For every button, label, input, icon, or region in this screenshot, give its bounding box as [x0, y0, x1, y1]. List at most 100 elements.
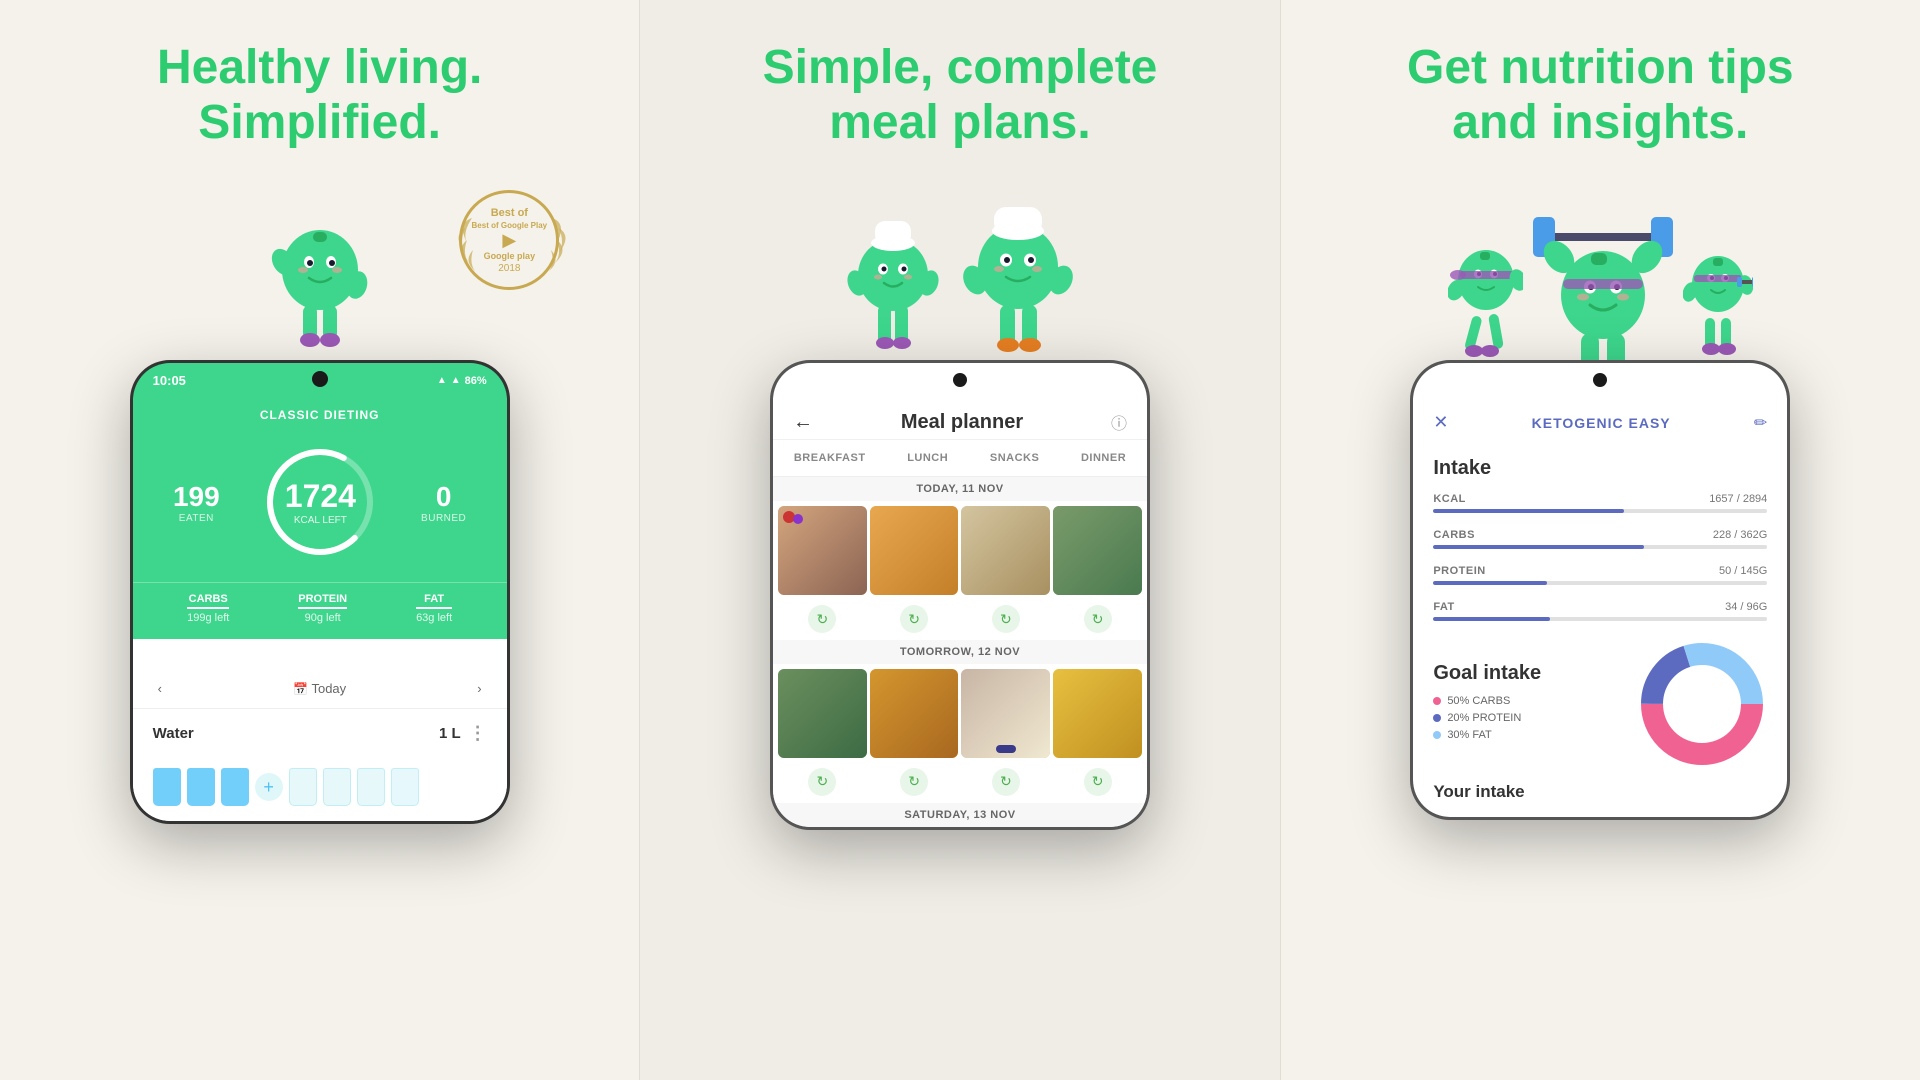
- kcal-label-row: KCAL 1657 / 2894: [1433, 493, 1767, 505]
- protein-bar-fill: [1433, 581, 1547, 585]
- panel-1-characters: Best of Best of Google Play ▶ Google pla…: [0, 170, 639, 370]
- today-label: 📅 Today: [293, 681, 346, 696]
- glass-3: [221, 768, 249, 806]
- plan-title: KETOGENIC EASY: [1532, 415, 1671, 431]
- glass-4: [289, 768, 317, 806]
- water-label: Water: [153, 725, 194, 742]
- fat-bar: [1433, 617, 1767, 621]
- protein-macro: PROTEIN 90g left: [298, 593, 347, 624]
- fat-bar-fill: [1433, 617, 1550, 621]
- meal-lunch-2: [870, 669, 959, 758]
- panel-2-characters: [845, 170, 1075, 370]
- add-glass-button[interactable]: +: [255, 773, 283, 801]
- character-lifter: [1533, 185, 1673, 370]
- fat-row: FAT 34 / 96G: [1413, 593, 1787, 629]
- meal-tabs: BREAKFAST LUNCH SNACKS DINNER: [773, 440, 1147, 477]
- goal-legend: Goal intake 50% CARBS 20% PROTEIN 30% FA…: [1433, 662, 1617, 746]
- eaten-label: EATEN: [173, 513, 220, 524]
- glass-7: [391, 768, 419, 806]
- refresh-dinner-2[interactable]: ↻: [1053, 766, 1142, 798]
- fat-label-row: FAT 34 / 96G: [1433, 601, 1767, 613]
- signal-icon: ▲: [451, 375, 461, 386]
- your-intake-title: Your intake: [1413, 774, 1787, 817]
- character-small-right: [1683, 220, 1753, 370]
- refresh-snack-1[interactable]: ↻: [961, 603, 1050, 635]
- laurel-decoration: [447, 178, 577, 308]
- day2-refresh-row: ↻ ↻ ↻ ↻: [773, 763, 1147, 803]
- protein-row: PROTEIN 50 / 145G: [1413, 557, 1787, 593]
- date-nav[interactable]: ‹ 📅 Today ›: [133, 669, 507, 708]
- eaten-section: 199 EATEN: [173, 481, 220, 524]
- phone-1-container: 10:05 ▲ ▲ 86% CLASSIC DIETING 199 EATEN: [130, 360, 510, 824]
- water-amount: 1 L: [439, 725, 461, 742]
- edit-plan-button[interactable]: ✏: [1754, 413, 1767, 433]
- meal-planner-title: Meal planner: [901, 411, 1023, 434]
- meal-planner-header: ← Meal planner ⓘ: [773, 398, 1147, 440]
- glass-5: [323, 768, 351, 806]
- eaten-number: 199: [173, 481, 220, 513]
- front-camera-1: [312, 371, 328, 387]
- tab-dinner[interactable]: DINNER: [1073, 448, 1134, 468]
- panel-2: Simple, complete meal plans.: [639, 0, 1280, 1080]
- carbs-label-row: CARBS 228 / 362G: [1433, 529, 1767, 541]
- tab-breakfast[interactable]: BREAKFAST: [786, 448, 874, 468]
- burned-section: 0 BURNED: [421, 481, 466, 524]
- water-more-icon[interactable]: ⋮: [469, 723, 487, 744]
- info-button[interactable]: ⓘ: [1111, 410, 1127, 434]
- glass-1: [153, 768, 181, 806]
- water-glasses-row: +: [133, 758, 507, 821]
- status-bar-2: [773, 363, 1147, 398]
- refresh-breakfast-1[interactable]: ↻: [778, 603, 867, 635]
- panel-3-title: Get nutrition tips and insights.: [1407, 40, 1794, 150]
- status-time: 10:05: [153, 373, 186, 388]
- refresh-snack-2[interactable]: ↻: [961, 766, 1050, 798]
- next-day[interactable]: ›: [477, 681, 481, 696]
- meal-breakfast-2: [778, 669, 867, 758]
- phone-1-screen: CLASSIC DIETING 199 EATEN 1724 KCAL LEFT: [133, 398, 507, 821]
- plan-header: ✕ KETOGENIC EASY ✏: [1413, 398, 1787, 447]
- meal-breakfast-1: [778, 506, 867, 595]
- water-controls: 1 L ⋮: [439, 723, 487, 744]
- character-chef-left: [845, 195, 940, 370]
- carbs-bar: [1433, 545, 1767, 549]
- phone-2-screen: ← Meal planner ⓘ BREAKFAST LUNCH SNACKS …: [773, 398, 1147, 827]
- tab-lunch[interactable]: LUNCH: [899, 448, 956, 468]
- panel-1-title: Healthy living. Simplified.: [157, 40, 482, 150]
- goal-section: Goal intake 50% CARBS 20% PROTEIN 30% FA…: [1413, 629, 1787, 774]
- refresh-breakfast-2[interactable]: ↻: [778, 766, 867, 798]
- expand-chevron[interactable]: ∨: [133, 639, 507, 669]
- meal-dinner-2: [1053, 669, 1142, 758]
- phone-2-frame: ← Meal planner ⓘ BREAKFAST LUNCH SNACKS …: [770, 360, 1150, 830]
- back-button[interactable]: ←: [793, 411, 813, 434]
- day3-header: SATURDAY, 13 NOV: [773, 803, 1147, 827]
- close-plan-button[interactable]: ✕: [1433, 412, 1448, 433]
- calorie-ring: 1724 KCAL LEFT: [260, 442, 380, 562]
- panel-2-title: Simple, complete meal plans.: [710, 40, 1210, 150]
- fat-dot: [1433, 731, 1441, 739]
- burned-number: 0: [421, 481, 466, 513]
- wifi-icon: ▲: [437, 375, 447, 386]
- kcal-label: KCAL LEFT: [294, 515, 347, 526]
- legend-fat: 30% FAT: [1433, 729, 1617, 741]
- macros-section: CARBS 199g left PROTEIN 90g left FAT 63g…: [133, 582, 507, 639]
- goal-title: Goal intake: [1433, 662, 1617, 685]
- refresh-dinner-1[interactable]: ↻: [1053, 603, 1142, 635]
- protein-label-row: PROTEIN 50 / 145G: [1433, 565, 1767, 577]
- day2-header: TOMORROW, 12 NOV: [773, 640, 1147, 664]
- character-runner-small: [1448, 215, 1523, 370]
- phone-3-frame: ✕ KETOGENIC EASY ✏ Intake KCAL 1657 / 28…: [1410, 360, 1790, 820]
- refresh-lunch-1[interactable]: ↻: [870, 603, 959, 635]
- refresh-lunch-2[interactable]: ↻: [870, 766, 959, 798]
- battery-pct: 86%: [465, 375, 487, 387]
- fat-macro: FAT 63g left: [416, 593, 452, 624]
- protein-dot: [1433, 714, 1441, 722]
- meal-snack-1: [961, 506, 1050, 595]
- day1-meals: [773, 501, 1147, 600]
- diet-type-header: CLASSIC DIETING: [133, 398, 507, 432]
- meal-lunch-1: [870, 506, 959, 595]
- tab-snacks[interactable]: SNACKS: [982, 448, 1047, 468]
- prev-day[interactable]: ‹: [158, 681, 162, 696]
- character-flexing: [265, 190, 375, 370]
- carbs-macro: CARBS 199g left: [187, 593, 229, 624]
- burned-label: BURNED: [421, 513, 466, 524]
